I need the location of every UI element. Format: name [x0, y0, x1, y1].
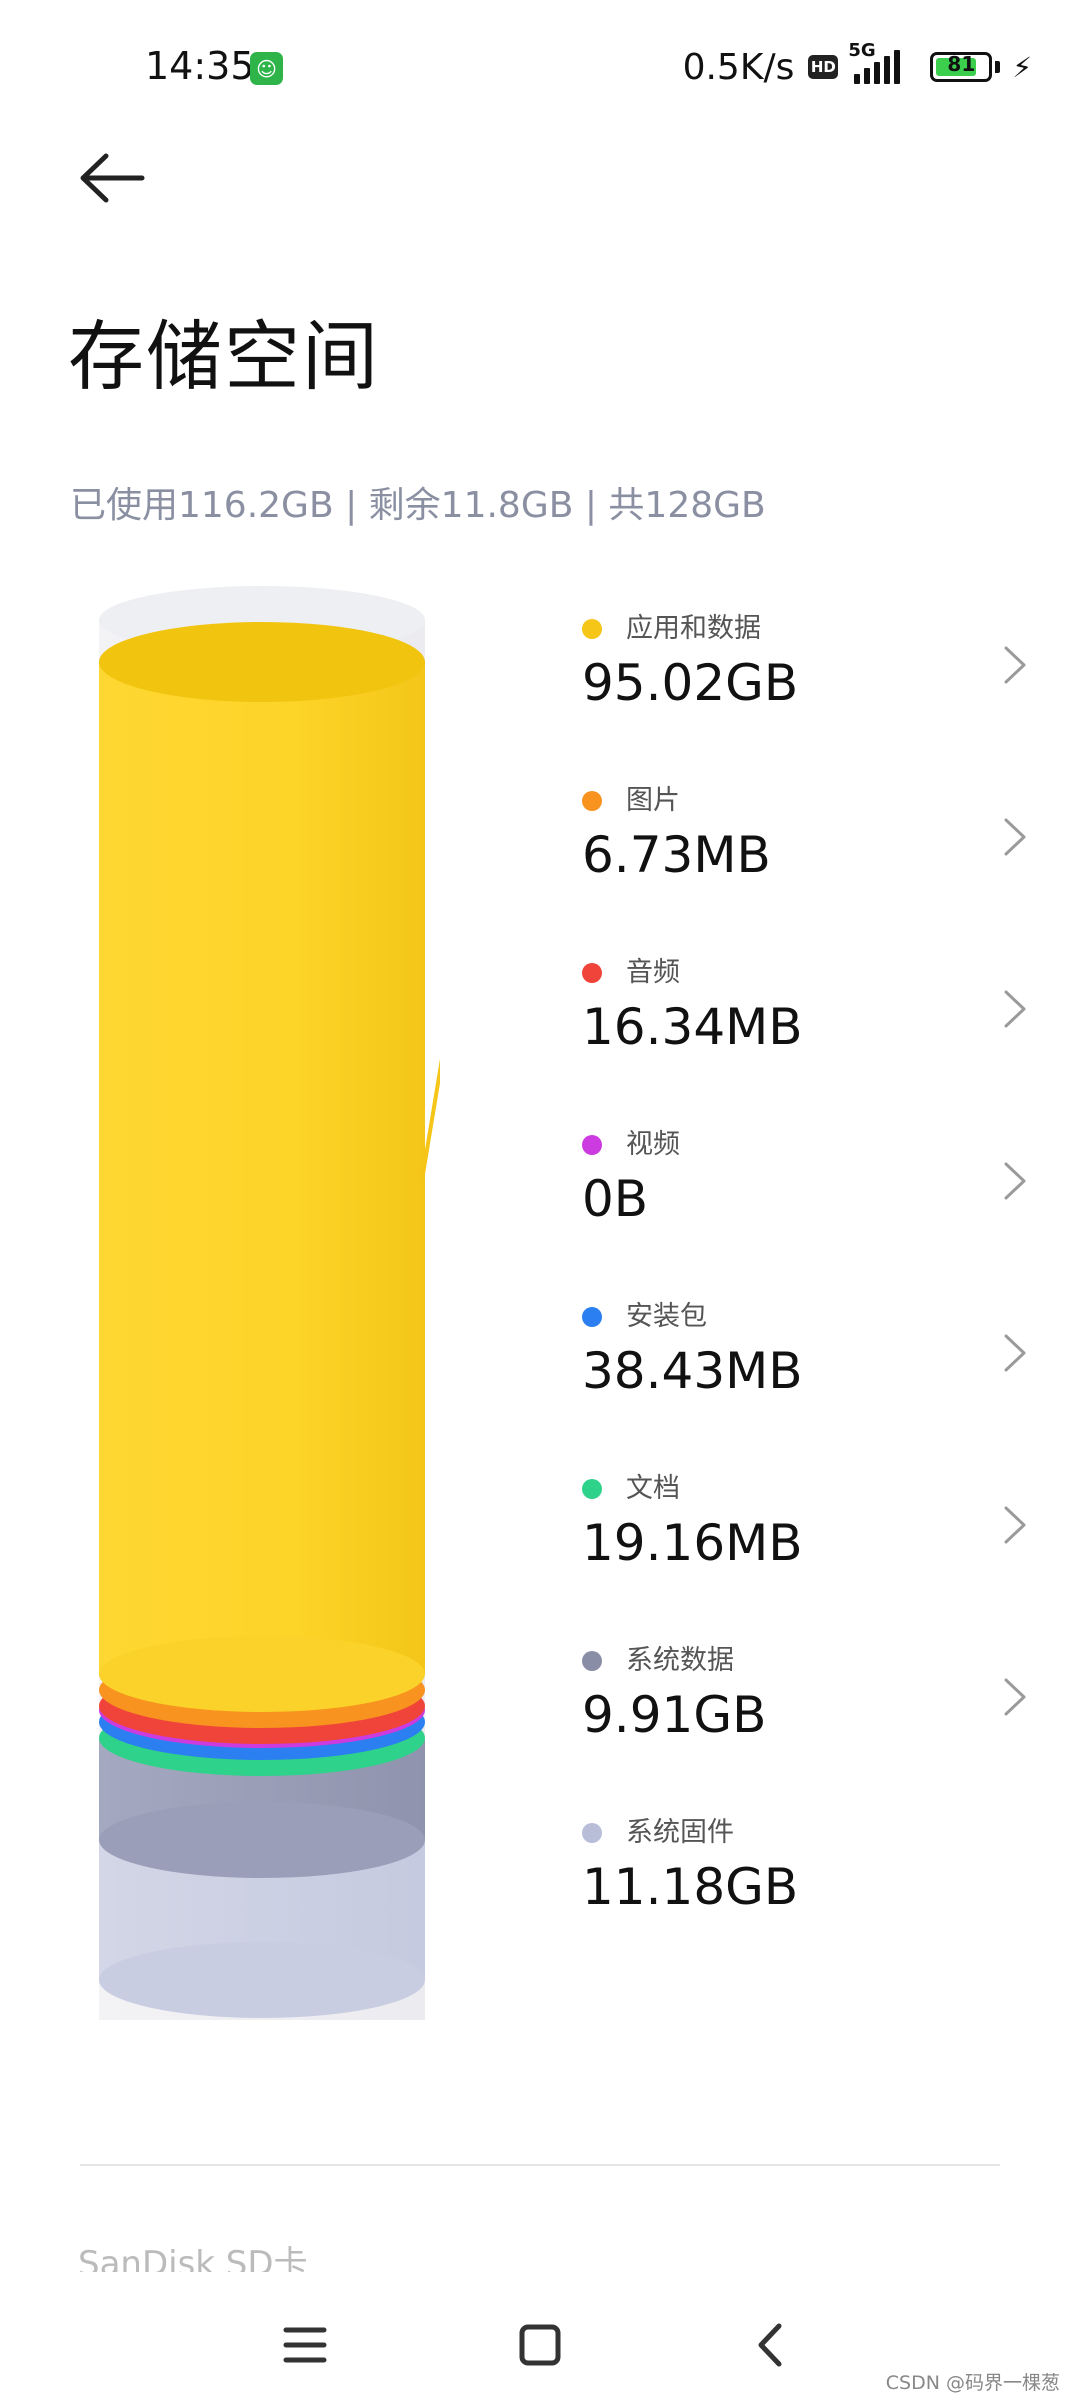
legend-value: 19.16MB	[582, 1514, 803, 1572]
legend-dot-red	[582, 963, 602, 983]
storage-summary: 已使用116.2GB | 剩余11.8GB | 共128GB	[70, 485, 766, 526]
network-speed: 0.5K/s	[682, 46, 795, 88]
legend-dot-purple	[582, 1135, 602, 1155]
legend-item-system-firmware: 系统固件 11.18GB	[560, 1804, 1030, 1934]
legend-value: 16.34MB	[582, 998, 803, 1056]
legend-dot-blue	[582, 1307, 602, 1327]
legend-item-video[interactable]: 视频 0B	[560, 1116, 1030, 1246]
legend-label: 图片	[626, 785, 680, 816]
divider	[80, 2164, 1000, 2166]
hd-badge: HD	[808, 55, 839, 79]
legend-label: 视频	[626, 1129, 680, 1160]
status-bar: 14:35 ☺ 0.5K/s HD 5G 81 ⚡	[0, 0, 1080, 120]
legend-item-audio[interactable]: 音频 16.34MB	[560, 944, 1030, 1074]
watermark: CSDN @码界一棵葱	[885, 2372, 1060, 2394]
android-robot-icon: ☺	[250, 52, 283, 85]
chevron-right-icon	[1004, 818, 1026, 856]
arrow-left-icon	[80, 153, 145, 203]
chevron-right-icon	[1004, 1678, 1026, 1716]
segment-apps-data-top	[99, 622, 425, 702]
signal-icon: 5G	[846, 40, 916, 88]
legend-value: 0B	[582, 1170, 649, 1228]
legend-value: 6.73MB	[582, 826, 771, 884]
legend-dot-gray	[582, 1651, 602, 1671]
legend-item-apps-data[interactable]: 应用和数据 95.02GB	[560, 600, 1030, 730]
legend-value: 38.43MB	[582, 1342, 803, 1400]
legend-item-installers[interactable]: 安装包 38.43MB	[560, 1288, 1030, 1418]
segment-apps-data	[99, 662, 425, 1674]
legend-item-pictures[interactable]: 图片 6.73MB	[560, 772, 1030, 902]
legend-value: 11.18GB	[582, 1858, 799, 1916]
battery-level: 81	[947, 52, 976, 76]
charging-icon: ⚡	[1012, 50, 1032, 84]
legend-item-system-data[interactable]: 系统数据 9.91GB	[560, 1632, 1030, 1762]
legend-label: 音频	[626, 957, 680, 988]
chevron-right-icon	[1004, 646, 1026, 684]
status-indicators: 0.5K/s HD 5G 81 ⚡	[682, 40, 1032, 88]
back-button[interactable]	[70, 140, 160, 230]
back-chevron-icon	[758, 2323, 782, 2367]
legend-dot-orange	[582, 791, 602, 811]
legend-item-documents[interactable]: 文档 19.16MB	[560, 1460, 1030, 1590]
menu-icon	[283, 2327, 327, 2363]
chevron-right-icon	[1004, 1334, 1026, 1372]
legend-label: 安装包	[626, 1301, 707, 1332]
legend-label: 系统数据	[626, 1645, 734, 1676]
legend-dot-green	[582, 1479, 602, 1499]
legend-value: 95.02GB	[582, 654, 799, 712]
back-nav-button[interactable]	[715, 2290, 825, 2400]
chevron-right-icon	[1004, 1162, 1026, 1200]
legend-label: 文档	[626, 1473, 680, 1504]
home-button[interactable]	[485, 2290, 595, 2400]
recent-apps-button[interactable]	[250, 2290, 360, 2400]
sd-card-label[interactable]: SanDisk SD卡	[78, 2236, 478, 2272]
battery-icon: 81	[930, 52, 993, 82]
legend-label: 应用和数据	[626, 613, 761, 644]
chevron-right-icon	[1004, 1506, 1026, 1544]
legend-dot-lavender	[582, 1823, 602, 1843]
storage-chart	[99, 586, 440, 2020]
status-time: 14:35	[145, 44, 255, 88]
home-square-icon	[519, 2324, 561, 2366]
chevron-right-icon	[1004, 990, 1026, 1028]
legend-value: 9.91GB	[582, 1686, 767, 1744]
legend-label: 系统固件	[626, 1817, 734, 1848]
legend-dot-yellow	[582, 619, 602, 639]
page-title: 存储空间	[68, 312, 380, 401]
